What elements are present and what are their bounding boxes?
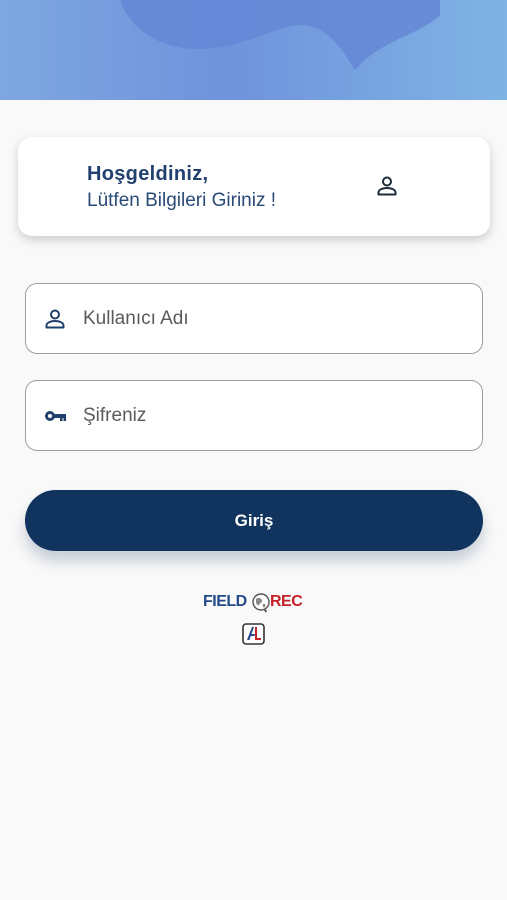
logo-text-rec: REC bbox=[270, 593, 303, 610]
logo-text-field: FIELD bbox=[203, 593, 247, 610]
fieldrec-logo: FIELD REC bbox=[203, 592, 306, 614]
welcome-card: Hoşgeldiniz, Lütfen Bilgileri Giriniz ! bbox=[18, 137, 490, 236]
login-button[interactable]: Giriş bbox=[25, 490, 483, 551]
username-input[interactable] bbox=[83, 302, 463, 336]
welcome-subtitle: Lütfen Bilgileri Giriniz ! bbox=[87, 190, 277, 211]
password-field[interactable] bbox=[25, 380, 483, 451]
globe-icon bbox=[252, 593, 270, 613]
password-input[interactable] bbox=[83, 399, 463, 433]
username-field[interactable] bbox=[25, 283, 483, 354]
al-logo-icon bbox=[242, 623, 265, 645]
header-banner bbox=[0, 0, 507, 100]
welcome-title: Hoşgeldiniz, bbox=[87, 163, 209, 185]
cloud-decoration bbox=[120, 0, 440, 70]
person-icon bbox=[377, 176, 397, 196]
person-icon bbox=[45, 309, 65, 329]
key-icon bbox=[45, 411, 66, 421]
